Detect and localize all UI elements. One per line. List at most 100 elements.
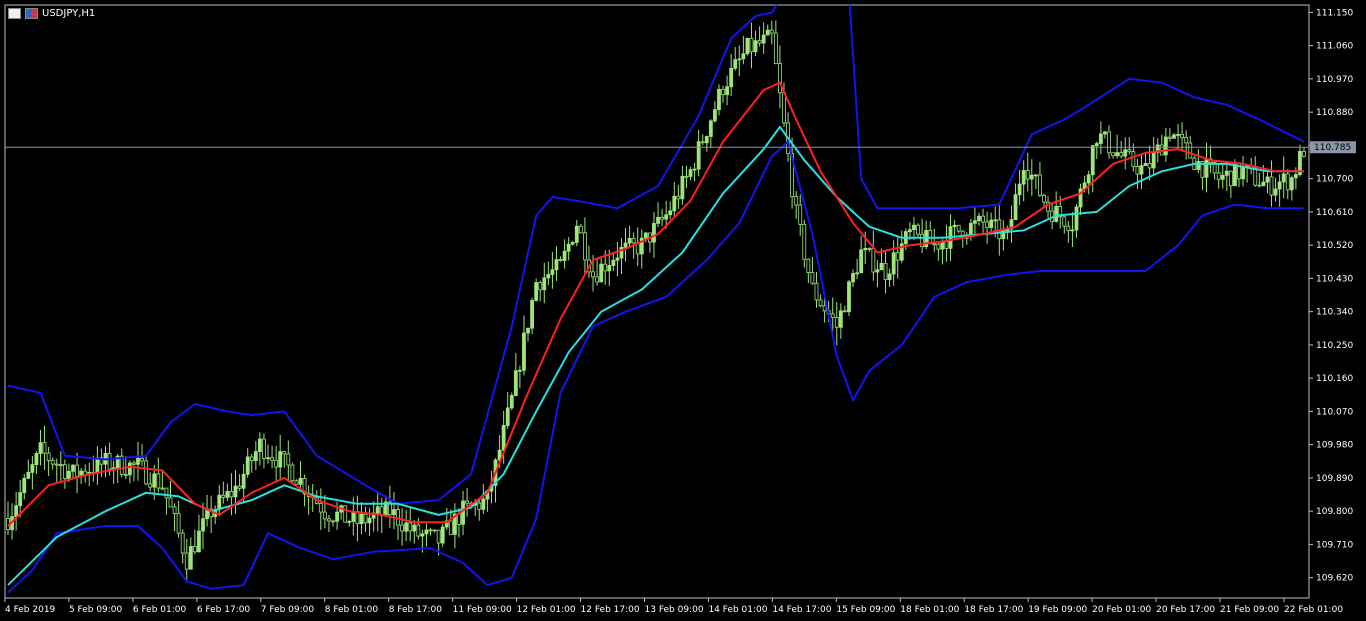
candle-body (14, 505, 19, 518)
candle-body (1163, 136, 1168, 156)
candle-body (985, 221, 990, 228)
candle-body (351, 511, 356, 522)
candle-body (392, 509, 396, 516)
candle-body (1188, 142, 1193, 159)
candle-body (1289, 177, 1294, 191)
candle-body (298, 477, 303, 485)
x-tick-label: 4 Feb 2019 (5, 605, 56, 615)
candle-body (871, 248, 876, 273)
candle-body (1293, 174, 1298, 179)
candle-body (367, 517, 372, 524)
candle-body (765, 29, 770, 36)
candle-body (1098, 133, 1103, 144)
candle-body (583, 232, 587, 261)
candle-body (570, 242, 575, 245)
candle-body (428, 529, 433, 532)
candle-body (188, 546, 193, 570)
candle-body (233, 485, 238, 498)
candle-body (1151, 152, 1156, 169)
chart-area[interactable]: 111.150111.060110.970110.880110.790110.7… (0, 0, 1366, 621)
candle-body (1257, 184, 1262, 187)
candle-body (863, 248, 868, 251)
candle-body (1139, 165, 1144, 175)
x-tick-label: 7 Feb 09:00 (261, 605, 315, 615)
candle-body (347, 521, 352, 523)
x-tick-label: 8 Feb 17:00 (389, 605, 443, 615)
x-tick-label: 18 Feb 17:00 (964, 605, 1023, 615)
candle-body (335, 511, 339, 522)
candle-body (1054, 206, 1059, 222)
plot-frame (4, 4, 1310, 599)
candle-body (26, 471, 31, 479)
candle-body (318, 502, 323, 513)
y-tick-label: 111.150 (1316, 8, 1353, 18)
candle-body (245, 456, 250, 475)
chart-window-icon[interactable] (8, 8, 21, 19)
candle-body (257, 438, 262, 452)
candle-body (615, 257, 620, 261)
candle-body (838, 310, 843, 328)
candle-body (30, 464, 35, 473)
candle-body (753, 40, 758, 53)
candle-body (1216, 172, 1221, 180)
time-axis[interactable]: 4 Feb 2019 5 Feb 09:00 6 Feb 01:00 6 Feb 17… (4, 598, 1343, 615)
candle-body (201, 518, 205, 532)
candle-body (140, 457, 144, 462)
candle-body (749, 37, 754, 53)
candle-body (1066, 225, 1071, 232)
candle-body (192, 546, 197, 553)
candle-body (607, 265, 612, 272)
candle-body (652, 223, 656, 243)
candle-body (578, 225, 583, 234)
candle-body (1135, 166, 1140, 175)
candle-body (623, 242, 628, 248)
candle-body (643, 232, 648, 239)
candle-body (322, 511, 327, 520)
candle-body (1228, 170, 1233, 187)
price-chart[interactable]: 111.150111.060110.970110.880110.790110.7… (0, 0, 1366, 621)
candle-body (22, 477, 27, 494)
x-tick-label: 6 Feb 01:00 (133, 605, 187, 615)
candle-body (656, 216, 660, 224)
candle-body (574, 225, 579, 243)
candle-body (761, 34, 766, 44)
candle-body (95, 457, 100, 474)
flag-icon (25, 8, 38, 19)
y-tick-label: 109.710 (1316, 540, 1353, 550)
y-tick-label: 110.700 (1316, 175, 1353, 185)
candle-body (895, 252, 900, 261)
candle-body (54, 463, 59, 466)
x-tick-label: 18 Feb 01:00 (900, 605, 959, 615)
candle-body (692, 168, 697, 171)
candle-body (696, 141, 701, 170)
x-tick-label: 8 Feb 01:00 (325, 605, 379, 615)
candle-body (164, 487, 169, 499)
candle-body (1025, 170, 1030, 180)
x-tick-label: 6 Feb 17:00 (197, 605, 251, 615)
candle-body (363, 513, 368, 524)
current-price-label: 110.785 (1314, 143, 1351, 153)
candle-body (136, 457, 140, 465)
candle-body (1224, 170, 1229, 176)
candle-body (1204, 158, 1209, 178)
candle-body (802, 223, 807, 260)
candle-body (538, 282, 543, 291)
candle-body (144, 460, 149, 485)
candle-body (1184, 137, 1189, 144)
candle-body (412, 524, 417, 532)
candle-body (1033, 174, 1038, 177)
candle-body (859, 249, 864, 274)
candle-body (1017, 183, 1022, 196)
candle-body (843, 310, 847, 313)
candle-body (432, 529, 437, 532)
candle-body (448, 520, 453, 535)
candle-body (973, 220, 977, 224)
candle-body (591, 271, 595, 278)
candle-body (1196, 161, 1201, 170)
x-tick-label: 14 Feb 01:00 (708, 605, 767, 615)
candle-body (1265, 176, 1270, 183)
candle-body (1220, 174, 1225, 180)
candle-body (668, 210, 673, 216)
candle-body (700, 141, 705, 144)
price-axis[interactable]: 111.150111.060110.970110.880110.790110.7… (1309, 8, 1353, 584)
